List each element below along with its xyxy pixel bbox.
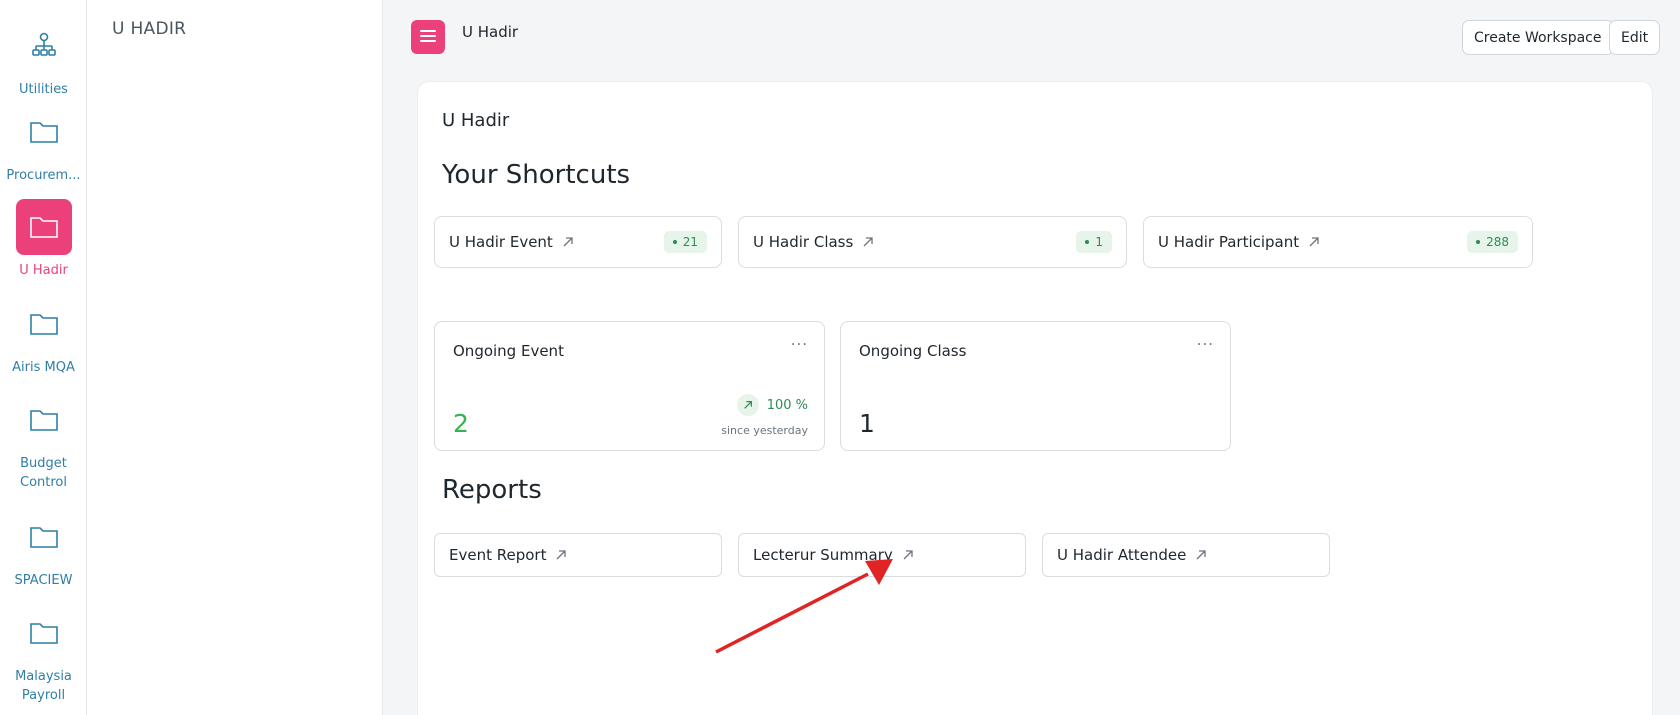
- badge-dot: [1085, 240, 1090, 244]
- workspace-content: U Hadir Your Shortcuts U Hadir Event 21 …: [417, 81, 1653, 715]
- rail-label: Utilities: [19, 82, 68, 97]
- arrow-up-right-icon: [555, 549, 567, 561]
- number-card-title: Ongoing Class: [859, 342, 967, 360]
- folder-icon: [16, 605, 72, 661]
- trend-period: since yesterday: [721, 424, 808, 437]
- menu-toggle-button[interactable]: [411, 20, 445, 54]
- workspace-sidebar: U HADIR: [87, 0, 383, 715]
- folder-icon: [16, 104, 72, 160]
- rail-item-utilities[interactable]: Utilities: [0, 18, 87, 99]
- workspace-title: U Hadir: [442, 110, 510, 131]
- folder-icon: [15, 199, 72, 255]
- shortcut-label: U Hadir Class: [753, 233, 854, 251]
- arrow-up-right-icon: [1308, 236, 1320, 248]
- report-label: Lecterur Summary: [753, 546, 893, 564]
- create-workspace-button[interactable]: Create Workspace: [1462, 20, 1614, 55]
- number-card-value: 2: [453, 409, 469, 438]
- rail-label: SPACIEW: [14, 573, 73, 588]
- report-label: Event Report: [449, 546, 547, 564]
- card-menu-button[interactable]: ...: [791, 331, 808, 349]
- edit-button[interactable]: Edit: [1609, 20, 1661, 55]
- trend-percent: 100 %: [766, 397, 808, 413]
- rail-label: Malaysia: [15, 669, 72, 684]
- arrow-up-right-icon: [902, 549, 914, 561]
- count-badge: 288: [1467, 231, 1518, 253]
- shortcut-u-hadir-class[interactable]: U Hadir Class 1: [738, 216, 1127, 268]
- number-card-ongoing-event[interactable]: Ongoing Event ... 2 100 % since yesterda…: [434, 321, 825, 451]
- badge-count: 1: [1095, 235, 1103, 249]
- rail-item-spaciew[interactable]: SPACIEW: [0, 509, 87, 590]
- rail-label: Airis MQA: [12, 360, 75, 375]
- sitemap-icon: [16, 18, 72, 74]
- shortcut-label: U Hadir Participant: [1158, 233, 1300, 251]
- report-u-hadir-attendee[interactable]: U Hadir Attendee: [1042, 533, 1330, 577]
- card-menu-button[interactable]: ...: [1197, 331, 1214, 349]
- page-title: U Hadir: [462, 23, 519, 41]
- badge-dot: [672, 240, 677, 244]
- reports-heading: Reports: [442, 475, 542, 505]
- rail-label: Procurem...: [6, 168, 81, 183]
- rail-label-line2: Payroll: [21, 688, 66, 703]
- hamburger-icon: [420, 28, 436, 47]
- shortcut-label: U Hadir Event: [449, 233, 553, 251]
- shortcuts-heading: Your Shortcuts: [442, 160, 631, 190]
- rail-label: Budget: [20, 456, 67, 471]
- folder-icon: [16, 392, 72, 448]
- report-lecterur-summary[interactable]: Lecterur Summary: [738, 533, 1026, 577]
- rail-item-airis-mqa[interactable]: Airis MQA: [0, 296, 87, 377]
- shortcut-u-hadir-participant[interactable]: U Hadir Participant 288: [1143, 216, 1533, 268]
- rail-item-procurement[interactable]: Procurem...: [0, 104, 87, 185]
- number-card-title: Ongoing Event: [453, 342, 564, 360]
- arrow-up-right-icon: [1195, 549, 1207, 561]
- trend-stat: 100 %: [736, 394, 808, 416]
- sidebar-title: U HADIR: [112, 19, 187, 39]
- badge-count: 21: [682, 235, 698, 249]
- rail-item-budget-control[interactable]: Budget Control: [0, 392, 87, 492]
- folder-icon: [16, 296, 72, 352]
- shortcut-u-hadir-event[interactable]: U Hadir Event 21: [434, 216, 722, 268]
- badge-count: 288: [1486, 235, 1509, 249]
- report-event-report[interactable]: Event Report: [434, 533, 722, 577]
- workspace-rail: Utilities Procurem... U Hadir Airis MQA …: [0, 0, 87, 715]
- badge-dot: [1476, 240, 1481, 244]
- arrow-up-right-icon: [862, 236, 874, 248]
- rail-item-malaysia-payroll[interactable]: Malaysia Payroll: [0, 605, 87, 705]
- arrow-up-right-icon: [562, 236, 574, 248]
- folder-icon: [16, 509, 72, 565]
- count-badge: 1: [1076, 231, 1112, 253]
- count-badge: 21: [663, 231, 707, 253]
- report-label: U Hadir Attendee: [1057, 546, 1187, 564]
- trend-up-icon: [736, 394, 759, 416]
- rail-label: U Hadir: [19, 263, 68, 278]
- rail-label-line2: Control: [20, 475, 67, 490]
- number-card-ongoing-class[interactable]: Ongoing Class ... 1: [840, 321, 1231, 451]
- number-card-value: 1: [859, 409, 875, 438]
- rail-item-u-hadir[interactable]: U Hadir: [0, 199, 87, 280]
